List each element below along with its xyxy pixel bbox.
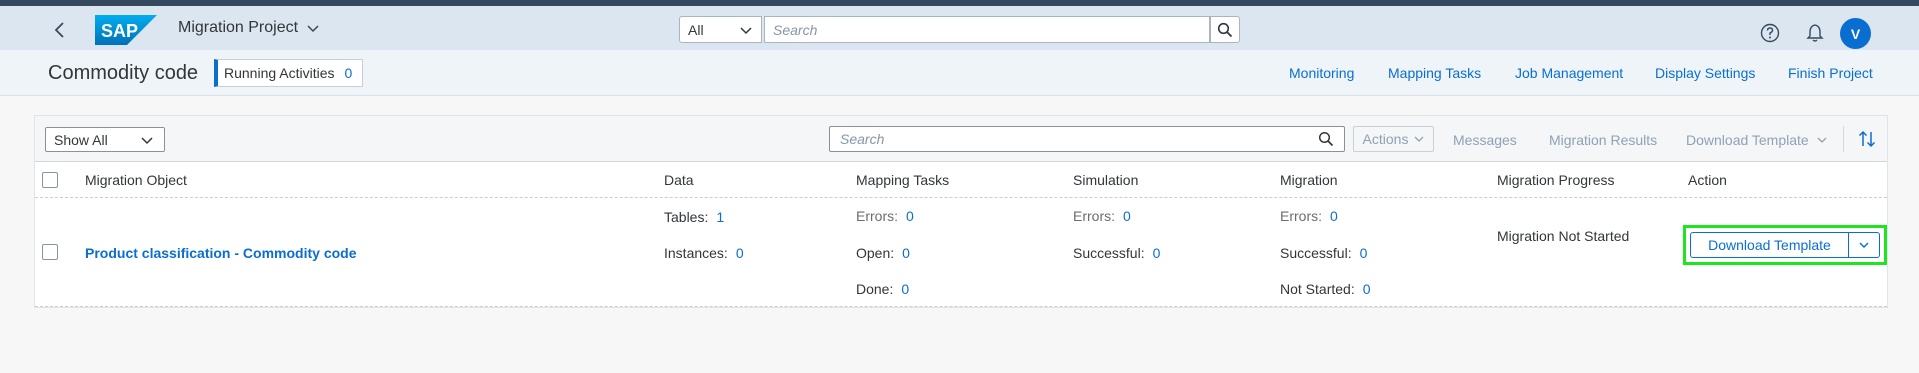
display-settings-link[interactable]: Display Settings	[1655, 65, 1755, 81]
help-icon[interactable]	[1760, 23, 1780, 43]
migration-errors-count[interactable]: 0	[1330, 208, 1338, 224]
avatar-initial: V	[1850, 25, 1861, 42]
tables-count-link[interactable]: 1	[716, 209, 724, 225]
migration-progress-status: Migration Not Started	[1497, 228, 1630, 244]
migration-not-started-label: Not Started:	[1280, 281, 1355, 297]
chevron-down-icon	[1414, 136, 1424, 142]
simulation-errors: Errors: 0	[1073, 208, 1131, 224]
running-activities-label: Running Activities	[224, 65, 335, 81]
migration-successful-count[interactable]: 0	[1360, 245, 1368, 261]
download-template-dropdown-button[interactable]	[1849, 233, 1879, 257]
migration-objects-table: Show All Search Actions Messages Migrati…	[34, 115, 1888, 308]
table-search-placeholder: Search	[840, 131, 885, 147]
mapping-open-count[interactable]: 0	[902, 245, 910, 261]
column-header-action[interactable]: Action	[1688, 172, 1727, 188]
back-button[interactable]	[50, 20, 70, 40]
download-template-button[interactable]: Download Template	[1691, 233, 1849, 257]
page-title: Commodity code	[48, 62, 199, 84]
chevron-down-icon	[740, 26, 752, 34]
search-scope-value: All	[688, 21, 704, 38]
shell-search-placeholder: Search	[773, 21, 818, 38]
column-header-migration-object[interactable]: Migration Object	[85, 172, 187, 188]
download-template-highlight: Download Template	[1683, 225, 1887, 265]
column-header-simulation[interactable]: Simulation	[1073, 172, 1138, 188]
simulation-successful: Successful: 0	[1073, 245, 1160, 261]
migration-results-button[interactable]: Migration Results	[1549, 132, 1657, 148]
simulation-successful-count[interactable]: 0	[1153, 245, 1161, 261]
column-header-migration[interactable]: Migration	[1280, 172, 1338, 188]
notifications-bell-icon[interactable]	[1805, 23, 1825, 43]
column-header-mapping-tasks[interactable]: Mapping Tasks	[856, 172, 949, 188]
sap-logo[interactable]: SAP	[95, 15, 157, 45]
table-row[interactable]: Product classification - Commodity code …	[35, 199, 1887, 307]
chevron-down-icon	[307, 25, 319, 33]
download-template-label: Download Template	[1686, 132, 1809, 148]
table-search-input[interactable]: Search	[829, 126, 1345, 152]
mapping-done-count[interactable]: 0	[901, 281, 909, 297]
chevron-down-icon	[1817, 137, 1827, 143]
download-template-split-button: Download Template	[1690, 232, 1880, 258]
migration-errors: Errors: 0	[1280, 208, 1338, 224]
data-tables: Tables: 1	[664, 209, 724, 225]
shell-search-button[interactable]	[1210, 16, 1240, 43]
instances-label: Instances:	[664, 245, 728, 261]
mapping-open: Open: 0	[856, 245, 910, 261]
column-header-data[interactable]: Data	[664, 172, 694, 188]
table-toolbar: Show All Search Actions Messages Migrati…	[35, 116, 1887, 162]
user-avatar[interactable]: V	[1840, 18, 1871, 49]
running-activities-count: 0	[344, 65, 353, 81]
sort-icon[interactable]	[1857, 129, 1877, 149]
search-scope-select[interactable]: All	[679, 16, 762, 43]
mapping-errors-count[interactable]: 0	[906, 208, 914, 224]
actions-label: Actions	[1362, 131, 1409, 147]
chevron-left-icon	[54, 22, 64, 38]
logo-text: SAP	[101, 21, 138, 41]
mapping-done: Done: 0	[856, 281, 909, 297]
simulation-successful-label: Successful:	[1073, 245, 1145, 261]
mapping-errors: Errors: 0	[856, 208, 914, 224]
filter-select[interactable]: Show All	[45, 127, 165, 152]
filter-value: Show All	[54, 131, 108, 148]
job-management-link[interactable]: Job Management	[1515, 65, 1623, 81]
data-instances: Instances: 0	[664, 245, 744, 261]
chevron-down-icon	[1859, 242, 1869, 248]
simulation-errors-count[interactable]: 0	[1123, 208, 1131, 224]
tables-label: Tables:	[664, 209, 709, 225]
migration-successful: Successful: 0	[1280, 245, 1367, 261]
instances-count[interactable]: 0	[736, 245, 744, 261]
shell-bar: SAP Migration Project All Search V	[0, 6, 1919, 50]
search-icon	[1217, 22, 1233, 37]
mapping-open-label: Open:	[856, 245, 895, 261]
finish-project-link[interactable]: Finish Project	[1788, 65, 1873, 81]
app-title-menu[interactable]: Migration Project	[178, 19, 320, 37]
messages-button[interactable]: Messages	[1453, 132, 1517, 148]
column-header-migration-progress[interactable]: Migration Progress	[1497, 172, 1615, 188]
migration-object-link[interactable]: Product classification - Commodity code	[85, 245, 357, 261]
chevron-down-icon	[141, 136, 153, 144]
toolbar-separator	[1843, 126, 1844, 152]
object-page-header: Commodity code Running Activities 0 Moni…	[0, 50, 1919, 96]
migration-successful-label: Successful:	[1280, 245, 1352, 261]
actions-button[interactable]: Actions	[1353, 126, 1434, 152]
mapping-errors-label: Errors:	[856, 208, 898, 224]
migration-not-started: Not Started: 0	[1280, 281, 1371, 297]
row-select-checkbox[interactable]	[42, 244, 58, 260]
mapping-done-label: Done:	[856, 281, 894, 297]
select-all-checkbox[interactable]	[42, 172, 58, 188]
search-icon	[1318, 131, 1334, 147]
simulation-errors-label: Errors:	[1073, 208, 1115, 224]
migration-errors-label: Errors:	[1280, 208, 1322, 224]
download-template-menu[interactable]: Download Template	[1686, 132, 1827, 148]
shell-search-input[interactable]: Search	[764, 16, 1210, 43]
migration-not-started-count[interactable]: 0	[1363, 281, 1371, 297]
monitoring-link[interactable]: Monitoring	[1289, 65, 1354, 81]
running-activities-badge[interactable]: Running Activities 0	[214, 59, 364, 87]
app-title: Migration Project	[178, 19, 299, 36]
mapping-tasks-link[interactable]: Mapping Tasks	[1388, 65, 1481, 81]
table-header: Migration Object Data Mapping Tasks Simu…	[35, 162, 1887, 198]
